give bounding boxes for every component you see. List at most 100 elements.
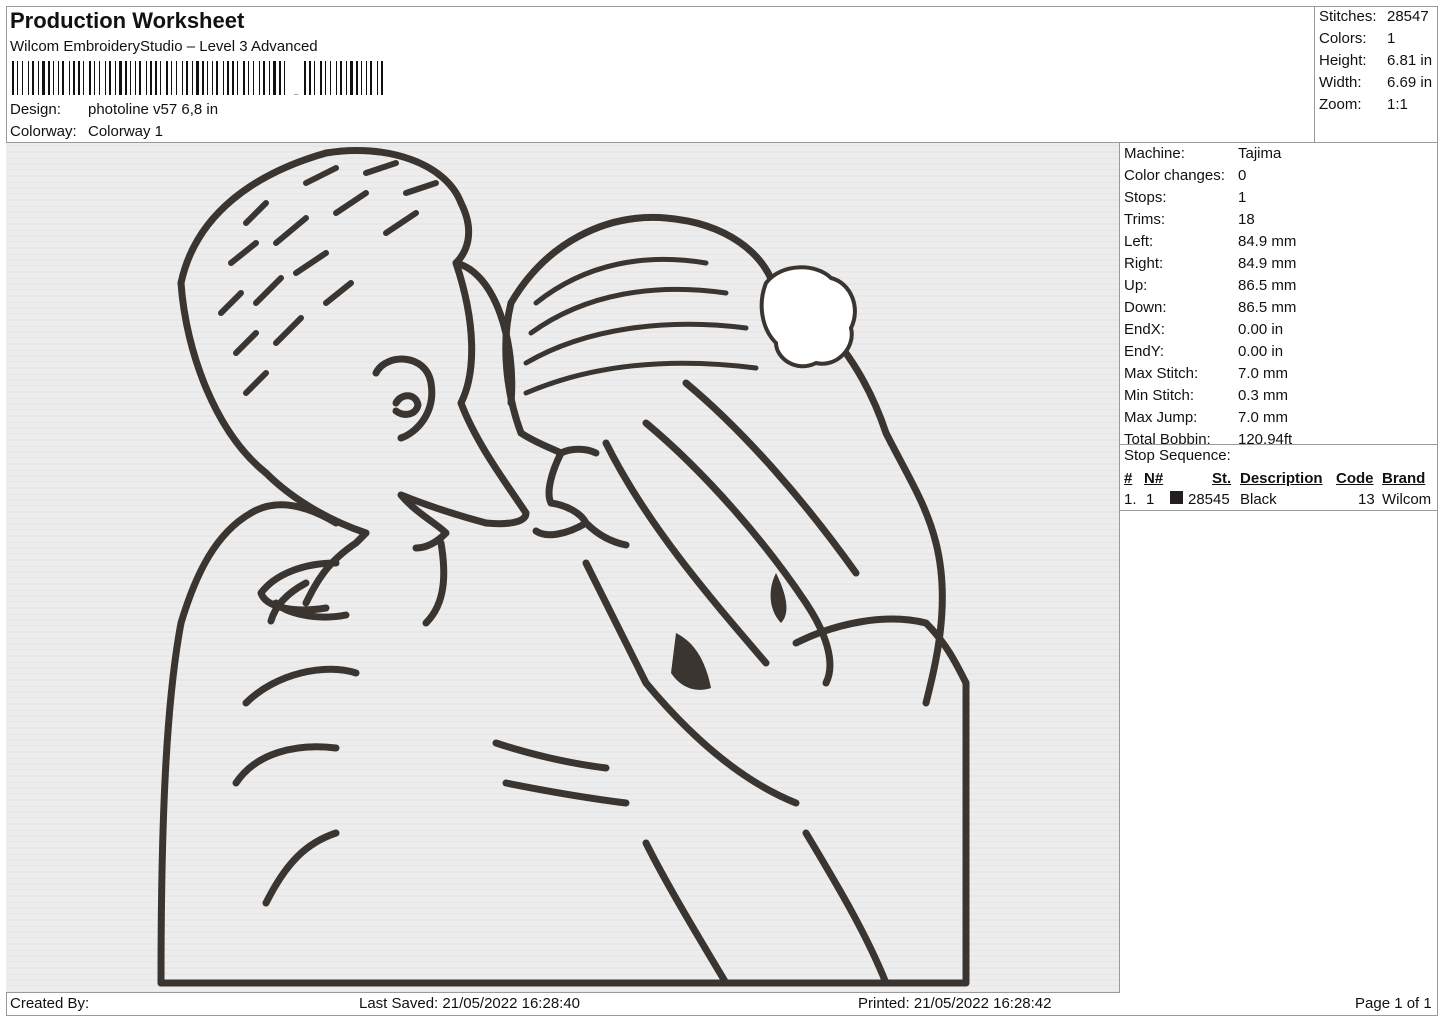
barcode-bar: [320, 61, 322, 95]
page-title: Production Worksheet: [10, 8, 245, 33]
barcode-bar: [232, 61, 234, 95]
stop-sequence-title: Stop Sequence:: [1124, 447, 1231, 464]
barcode-bar: [346, 61, 347, 95]
row-brand: Wilcom: [1382, 491, 1432, 508]
barcode-bar: [73, 61, 75, 95]
barcode-bar: [336, 61, 337, 95]
barcode-bar: [263, 61, 265, 95]
row-description: Black: [1240, 491, 1277, 508]
barcode-bar: [186, 61, 188, 95]
barcode-bar: [155, 61, 157, 95]
printed-date: Printed: 21/05/2022 16:28:42: [858, 995, 1052, 1012]
barcode-bar: [130, 61, 131, 95]
info-right: Right: 84.9 mm: [1124, 255, 1297, 272]
barcode-bar: [171, 61, 172, 95]
info-endx: EndX: 0.00 in: [1124, 321, 1284, 338]
barcode-bar: [139, 61, 141, 95]
barcode-bar: [160, 61, 161, 95]
created-by: Created By:: [10, 995, 90, 1012]
barcode-bar: [28, 61, 29, 95]
worksheet-footer: Created By: Last Saved: 21/05/2022 16:28…: [6, 993, 1438, 1016]
stat-stitches: Stitches: 28547: [1319, 8, 1429, 25]
barcode-bar: [216, 61, 218, 95]
colorway-label: Colorway:: [10, 123, 77, 140]
info-machine: Machine: Tajima: [1124, 145, 1282, 162]
barcode-bar: [48, 61, 50, 95]
col-brand-header: Brand: [1382, 470, 1426, 487]
barcode-bar: [381, 61, 383, 95]
barcode-bar: [227, 61, 229, 95]
barcode-bar: [17, 61, 18, 95]
barcode-bar: [279, 61, 281, 95]
barcode-bar: [12, 61, 14, 95]
info-trims: Trims: 18: [1124, 211, 1255, 228]
worksheet-header: Production Worksheet Wilcom EmbroiderySt…: [6, 6, 1315, 143]
barcode-bar: [146, 61, 147, 95]
barcode-bar: [340, 61, 342, 95]
barcode-bar: [330, 61, 331, 95]
barcode-bar: [135, 61, 136, 95]
barcode-bar: [269, 61, 270, 95]
barcode-bar: [83, 61, 84, 95]
stat-zoom: Zoom: 1:1: [1319, 96, 1408, 113]
barcode-bar: [192, 61, 193, 95]
barcode-bar: [58, 61, 59, 95]
barcode-bar: [119, 61, 122, 95]
row-n: 1: [1146, 491, 1155, 508]
barcode-bar: [99, 61, 100, 95]
barcode-bar: [182, 61, 183, 95]
machine-info: Machine: Tajima Color changes: 0 Stops: 1 T…: [1120, 143, 1438, 448]
barcode-bar: [115, 61, 116, 95]
barcode-bar: [105, 61, 106, 95]
col-st-header: St.: [1212, 470, 1232, 487]
last-saved: Last Saved: 21/05/2022 16:28:40: [359, 995, 581, 1012]
info-endy: EndY: 0.00 in: [1124, 343, 1284, 360]
barcode-bar: [356, 61, 358, 95]
barcode-bar: [150, 61, 152, 95]
row-num: 1.: [1124, 491, 1137, 508]
barcode-bar: [176, 61, 177, 95]
col-description-header: Description: [1240, 470, 1323, 487]
barcode-bar: [125, 61, 127, 95]
barcode-bar: [69, 61, 70, 95]
stop-sequence: Stop Sequence: # N# St. Description Code…: [1120, 445, 1438, 511]
info-max-stitch: Max Stitch: 7.0 mm: [1124, 365, 1289, 382]
barcode-bar: [377, 61, 378, 95]
barcode-bar: [253, 61, 254, 95]
barcode-bar: [309, 61, 311, 95]
barcode-bar: [78, 61, 80, 95]
barcode-bar: [42, 61, 45, 95]
stat-colors: Colors: 1: [1319, 30, 1396, 47]
design-row: Design: photoline v57 6,8 in: [10, 101, 218, 118]
software-name: Wilcom EmbroideryStudio – Level 3 Advanc…: [10, 38, 318, 55]
col-num-header: #: [1124, 470, 1133, 487]
barcode-bar: [304, 61, 306, 95]
barcode-bar: [207, 61, 208, 95]
barcode-bar: [32, 61, 34, 95]
info-left: Left: 84.9 mm: [1124, 233, 1297, 250]
barcode-bar: [38, 61, 39, 95]
barcode-bar: [325, 61, 326, 95]
col-n-header: N#: [1144, 470, 1164, 487]
barcode-text: ,: [292, 73, 300, 95]
barcode-bar: [196, 61, 199, 95]
info-up: Up: 86.5 mm: [1124, 277, 1297, 294]
barcode-bar: [53, 61, 54, 95]
barcode-bar: [284, 61, 285, 95]
design-value: photoline v57 6,8 in: [88, 101, 219, 118]
info-max-jump: Max Jump: 7.0 mm: [1124, 409, 1289, 426]
barcode-bar: [89, 61, 91, 95]
barcode-bar: [166, 61, 168, 95]
barcode-bar: [94, 61, 95, 95]
barcode: ,: [12, 61, 383, 95]
colorway-row: Colorway: Colorway 1: [10, 123, 163, 140]
stat-height: Height: 6.81 in: [1319, 52, 1433, 69]
barcode-bar: [62, 61, 64, 95]
barcode-bar: [109, 61, 111, 95]
barcode-bar: [273, 61, 276, 95]
barcode-bar: [370, 61, 372, 95]
barcode-bar: [22, 61, 23, 95]
barcode-bar: [366, 61, 367, 95]
row-stitches: 28545: [1188, 491, 1230, 508]
barcode-bar: [223, 61, 224, 95]
